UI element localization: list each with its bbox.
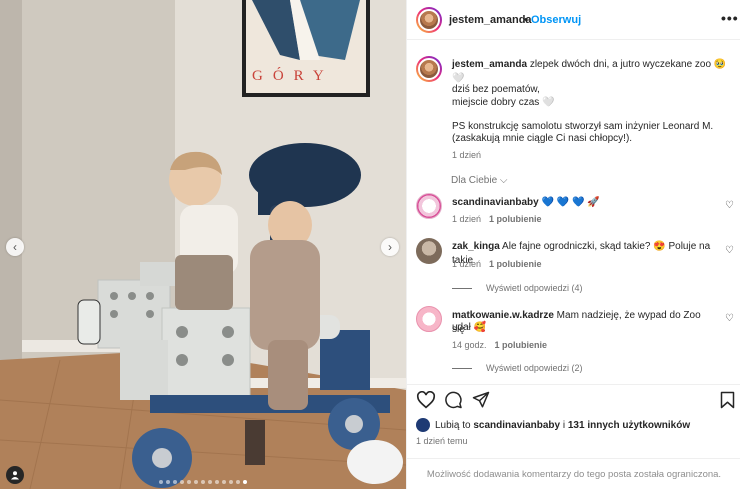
comment-likes[interactable]: 1 polubienie — [489, 214, 542, 224]
caption-line: dziś bez poematów, — [452, 84, 540, 95]
carousel-dot — [187, 480, 191, 484]
poster-text: GÓRY — [252, 67, 334, 84]
avatar[interactable] — [416, 418, 430, 432]
replies-divider — [452, 367, 472, 369]
caption-username[interactable]: jestem_amanda — [452, 59, 527, 70]
more-options-icon[interactable]: ••• — [721, 10, 739, 26]
comment-text-continued: udał 🥰 — [452, 322, 487, 333]
likes-and: i — [562, 419, 566, 431]
carousel-dot — [180, 480, 184, 484]
caption-line: miejscie dobry czas 🤍 — [452, 97, 555, 108]
comment-time[interactable]: 14 godz. — [452, 340, 487, 350]
comment-meta: 1 dzień 1 polubienie — [452, 259, 542, 269]
comment-time[interactable]: 1 dzień — [452, 214, 481, 224]
comment-username[interactable]: zak_kinga — [452, 241, 500, 252]
post-panel: jestem_amanda • Obserwuj ••• jestem_aman… — [406, 0, 740, 489]
carousel-dot — [194, 480, 198, 484]
carousel-dot — [166, 480, 170, 484]
comment-text: 💙 💙 💙 🚀 — [541, 197, 600, 208]
post-actions — [407, 384, 740, 416]
carousel-dot — [222, 480, 226, 484]
comment-username[interactable]: scandinavianbaby — [452, 197, 539, 208]
heart-icon[interactable]: ♡ — [725, 313, 734, 324]
post-header: jestem_amanda • Obserwuj ••• — [407, 0, 740, 40]
comment-likes[interactable]: 1 polubienie — [489, 259, 542, 269]
next-photo-button[interactable]: › — [381, 238, 399, 256]
caption-first-line: jestem_amanda zlepek dwóch dni, a jutro … — [452, 58, 737, 86]
carousel-dot — [236, 480, 240, 484]
photo-scene: GÓRY — [0, 0, 406, 489]
carousel-dot — [215, 480, 219, 484]
user-icon — [11, 471, 19, 480]
comment-meta: 14 godz. 1 polubienie — [452, 340, 547, 350]
carousel-dot — [159, 480, 163, 484]
carousel-dot — [208, 480, 212, 484]
comment-likes[interactable]: 1 polubienie — [495, 340, 548, 350]
view-replies-button[interactable]: Wyświetl odpowiedzi (4) — [452, 283, 582, 293]
carousel-dot — [201, 480, 205, 484]
comment-username[interactable]: matkowanie.w.kadrze — [452, 310, 554, 321]
carousel-dot — [173, 480, 177, 484]
comments-limited-notice: Możliwość dodawania komentarzy do tego p… — [407, 458, 740, 489]
avatar[interactable] — [416, 7, 442, 33]
comment-body: scandinavianbaby 💙 💙 💙 🚀 — [452, 196, 712, 210]
carousel-dot — [229, 480, 233, 484]
post-date[interactable]: 1 dzień temu — [416, 436, 468, 446]
comment-sort-dropdown[interactable]: Dla Ciebie ⌵ — [451, 175, 508, 186]
post-photo[interactable]: GÓRY ‹ › — [0, 0, 406, 489]
comment-avatar[interactable] — [416, 238, 442, 264]
comment-avatar[interactable] — [416, 193, 442, 219]
carousel-dot — [243, 480, 247, 484]
view-replies-label: Wyświetl odpowiedzi (2) — [486, 363, 583, 373]
chevron-right-icon: › — [388, 240, 392, 254]
previous-photo-button[interactable]: ‹ — [6, 238, 24, 256]
likes-prefix: Lubią to — [435, 419, 471, 431]
replies-divider — [452, 287, 472, 289]
caption-avatar[interactable] — [416, 56, 442, 82]
separator-dot: • — [524, 14, 528, 26]
bookmark-icon[interactable] — [720, 391, 735, 409]
comment-time[interactable]: 1 dzień — [452, 259, 481, 269]
comment-avatar[interactable] — [416, 306, 442, 332]
comment-icon[interactable] — [444, 391, 463, 409]
follow-button[interactable]: Obserwuj — [531, 14, 581, 26]
view-replies-label: Wyświetl odpowiedzi (4) — [486, 283, 583, 293]
chevron-left-icon: ‹ — [13, 240, 17, 254]
caption-time[interactable]: 1 dzień — [452, 150, 481, 160]
heart-icon[interactable]: ♡ — [725, 245, 734, 256]
header-username[interactable]: jestem_amanda — [449, 14, 532, 26]
view-replies-button[interactable]: Wyświetl odpowiedzi (2) — [452, 363, 582, 373]
carousel-indicator — [0, 480, 406, 484]
likes-others-link[interactable]: 131 innych użytkowników — [568, 420, 690, 431]
heart-icon[interactable] — [416, 391, 436, 409]
caption-line: (zaskakują mnie ciągle Ci nasi chłopcy!)… — [452, 133, 633, 144]
likes-username[interactable]: scandinavianbaby — [473, 420, 560, 431]
heart-icon[interactable]: ♡ — [725, 200, 734, 211]
likes-summary: Lubią to scandinavianbaby i 131 innych u… — [416, 418, 690, 432]
share-icon[interactable] — [472, 391, 490, 409]
comment-meta: 1 dzień 1 polubienie — [452, 214, 542, 224]
